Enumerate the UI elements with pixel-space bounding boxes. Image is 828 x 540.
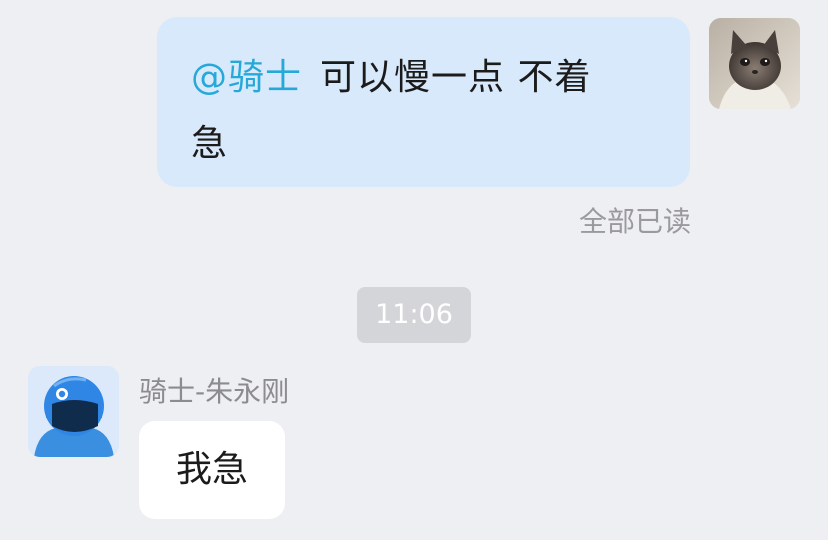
time-divider: 11:06 [357, 287, 471, 343]
sent-message-line1: @骑士 可以慢一点 不着 [191, 45, 656, 111]
sent-message-text-line2: 急 [191, 123, 229, 164]
read-status-label: 全部已读 [578, 205, 691, 238]
sent-message-text-line1: 可以慢一点 不着 [320, 57, 592, 98]
sent-message-bubble[interactable]: @骑士 可以慢一点 不着 急 [157, 17, 690, 187]
received-message-text: 我急 [175, 449, 248, 490]
my-avatar[interactable] [709, 18, 800, 109]
rider-helmet-avatar-icon [28, 366, 119, 457]
mention-link[interactable]: @骑士 [191, 57, 302, 98]
rider-avatar[interactable] [28, 366, 119, 457]
cat-avatar-icon [709, 18, 800, 109]
received-message-bubble[interactable]: 我急 [139, 421, 285, 519]
sender-name: 骑士-朱永刚 [139, 375, 290, 408]
